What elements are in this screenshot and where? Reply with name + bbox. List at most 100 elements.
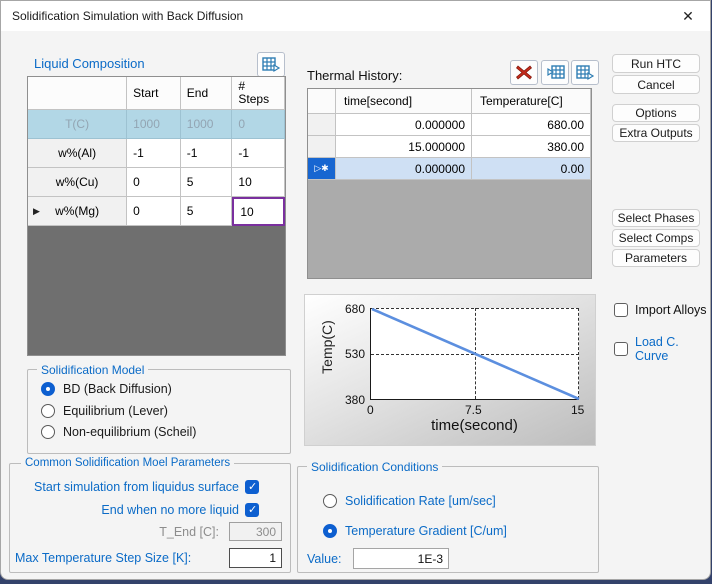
row-header-al[interactable]: w%(Al) (28, 139, 127, 168)
edit-row-icon[interactable]: ▷✱ (308, 158, 336, 180)
export-thermal-table-button[interactable] (571, 60, 599, 85)
load-c-curve-checkbox[interactable]: Load C. Curve (614, 335, 710, 363)
table-row: w%(Al) -1 -1 -1 (28, 139, 285, 168)
cell[interactable]: 0.00 (472, 158, 591, 180)
solidification-dialog: Solidification Simulation with Back Diff… (0, 0, 711, 580)
solidification-model-title: Solidification Model (37, 363, 148, 377)
table-header-row: time[second] Temperature[C] (308, 89, 591, 114)
x-tick-0: 0 (367, 403, 374, 417)
import-thermal-table-button[interactable] (541, 60, 569, 85)
chart-x-axis-label: time(second) (370, 417, 579, 434)
column-header-start[interactable]: Start (127, 77, 181, 110)
column-header-steps[interactable]: # Steps (232, 77, 285, 110)
cancel-button[interactable]: Cancel (612, 75, 700, 94)
thermal-history-chart: Temp(C) 680 530 380 0 7.5 15 time(second… (304, 294, 596, 446)
thermal-history-title: Thermal History: (307, 68, 402, 83)
t-end-label: T_End [C]: (21, 525, 219, 539)
table-row: 0.000000 680.00 (308, 114, 591, 136)
radio-icon (323, 524, 337, 538)
dialog-title: Solidification Simulation with Back Diff… (12, 9, 243, 23)
cell[interactable]: 5 (181, 197, 233, 226)
row-header-label: w%(Mg) (55, 204, 99, 218)
chart-y-axis-label: Temp(C) (319, 297, 335, 397)
radio-equilibrium-lever[interactable]: Equilibrium (Lever) (41, 404, 168, 418)
import-alloys-checkbox[interactable]: Import Alloys (614, 303, 707, 317)
radio-label: Non-equilibrium (Scheil) (63, 425, 196, 439)
table-header-row: Start End # Steps (28, 77, 285, 110)
table-row: ▶ w%(Mg) 0 5 10 (28, 197, 285, 226)
parameters-button[interactable]: Parameters (612, 249, 700, 267)
table-row: T(C) 1000 1000 0 (28, 110, 285, 139)
max-step-input[interactable] (229, 548, 282, 568)
title-bar: Solidification Simulation with Back Diff… (1, 1, 710, 31)
radio-label: Solidification Rate [um/sec] (345, 494, 496, 508)
end-no-liquid-checkbox[interactable] (245, 503, 259, 517)
checkbox-icon (614, 342, 628, 356)
checkbox-label: Import Alloys (635, 303, 707, 317)
column-header-temperature[interactable]: Temperature[C] (472, 89, 591, 114)
radio-non-equilibrium-scheil[interactable]: Non-equilibrium (Scheil) (41, 425, 196, 439)
row-header-cu[interactable]: w%(Cu) (28, 168, 127, 197)
radio-solidification-rate[interactable]: Solidification Rate [um/sec] (323, 494, 496, 508)
liquid-composition-title: Liquid Composition (34, 56, 145, 71)
checkbox-label: Load C. Curve (635, 335, 710, 363)
end-no-liquid-label: End when no more liquid (21, 503, 239, 517)
cell[interactable]: 0.000000 (336, 114, 472, 136)
options-button[interactable]: Options (612, 104, 700, 122)
row-selector[interactable] (308, 114, 336, 136)
current-row-icon: ▶ (33, 206, 40, 217)
run-htc-button[interactable]: Run HTC (612, 54, 700, 73)
cell[interactable]: 0 (127, 197, 181, 226)
radio-label: BD (Back Diffusion) (63, 382, 172, 396)
row-selector[interactable] (308, 136, 336, 158)
radio-label: Equilibrium (Lever) (63, 404, 168, 418)
checkbox-icon (614, 303, 628, 317)
x-tick-75: 7.5 (465, 403, 482, 417)
value-label: Value: (307, 552, 342, 566)
temperature-line (371, 308, 580, 400)
selected-cell[interactable]: 10 (232, 197, 285, 226)
start-liquidus-checkbox[interactable] (245, 480, 259, 494)
column-header-end[interactable]: End (181, 77, 233, 110)
table-export-icon (576, 65, 595, 81)
radio-icon (41, 382, 55, 396)
cell[interactable]: 0 (127, 168, 181, 197)
plot-area (370, 308, 579, 400)
cell[interactable]: 380.00 (472, 136, 591, 158)
radio-icon (41, 404, 55, 418)
cell[interactable]: 15.000000 (336, 136, 472, 158)
t-end-input[interactable] (229, 522, 282, 541)
y-tick-530: 530 (335, 347, 365, 361)
start-liquidus-label: Start simulation from liquidus surface (21, 480, 239, 494)
cell[interactable]: -1 (232, 139, 285, 168)
cell[interactable]: 5 (181, 168, 233, 197)
radio-temperature-gradient[interactable]: Temperature Gradient [C/um] (323, 524, 507, 538)
radio-bd-back-diffusion[interactable]: BD (Back Diffusion) (41, 382, 172, 396)
cell[interactable]: 1000 (127, 110, 181, 139)
cell[interactable]: 0 (232, 110, 285, 139)
cell[interactable]: -1 (127, 139, 181, 168)
cell[interactable]: 680.00 (472, 114, 591, 136)
common-parameters-title: Common Solidification Moel Parameters (21, 457, 234, 469)
row-header-mg[interactable]: ▶ w%(Mg) (28, 197, 127, 226)
cell[interactable]: 1000 (181, 110, 233, 139)
gradient-value-input[interactable] (353, 548, 449, 569)
delete-row-button[interactable] (510, 60, 538, 85)
cell[interactable]: -1 (181, 139, 233, 168)
table-row: w%(Cu) 0 5 10 (28, 168, 285, 197)
cell[interactable]: 10 (232, 168, 285, 197)
corner-header-cell[interactable] (28, 77, 127, 110)
column-header-time[interactable]: time[second] (336, 89, 472, 114)
extra-outputs-button[interactable]: Extra Outputs (612, 124, 700, 142)
radio-label: Temperature Gradient [C/um] (345, 524, 507, 538)
close-icon[interactable]: ✕ (666, 1, 710, 31)
y-tick-380: 380 (335, 393, 365, 407)
export-liquid-table-button[interactable] (257, 52, 285, 77)
solidification-conditions-title: Solidification Conditions (307, 460, 442, 474)
select-phases-button[interactable]: Select Phases (612, 209, 700, 227)
cell[interactable]: 0.000000 (336, 158, 472, 180)
screen: Solidification Simulation with Back Diff… (0, 0, 712, 584)
select-comps-button[interactable]: Select Comps (612, 229, 700, 247)
row-header-tc[interactable]: T(C) (28, 110, 127, 139)
corner-header-cell[interactable] (308, 89, 336, 114)
